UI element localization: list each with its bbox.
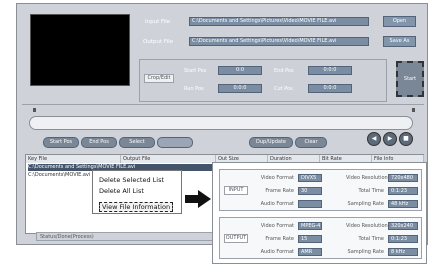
- input-video-format-label: Video Format: [260, 175, 294, 181]
- input-sampling-rate-value: 48 kHz: [388, 200, 418, 208]
- start-pos-field[interactable]: 0:0: [218, 66, 262, 75]
- context-menu: Delete Selected List Delete All List Vie…: [92, 170, 182, 214]
- input-total-time-label: Total Time: [358, 188, 384, 194]
- cut-pos-field[interactable]: 0:0:0: [308, 84, 352, 93]
- input-resolution-value: 720x480: [388, 174, 418, 182]
- crop-edit-panel: Crop/Edit Start Pos 0:0 End Pos 0:0:0 Ru…: [139, 59, 387, 102]
- input-file-path[interactable]: C:\Documents and Settings\Pictures\Video…: [189, 17, 369, 26]
- input-file-label: Input File: [145, 19, 171, 25]
- menu-item-view-file-information[interactable]: View File Information: [99, 202, 174, 212]
- cut-pos-label: Cut Pos: [274, 86, 293, 92]
- menu-item-delete-all[interactable]: Delete All List: [99, 187, 144, 195]
- column-key-file[interactable]: Key File: [26, 155, 121, 163]
- divider: [22, 104, 424, 105]
- dup-update-tab[interactable]: Dup/Update: [249, 137, 293, 148]
- input-frame-rate-label: Frame Rate: [265, 188, 294, 194]
- input-total-time-value: 0:1:23: [388, 187, 418, 195]
- save-as-button[interactable]: Save As: [383, 36, 416, 47]
- run-pos-field[interactable]: 0:0:0: [218, 84, 262, 93]
- end-pos-label: End Pos: [274, 68, 294, 74]
- output-resolution-label: Video Resolution: [346, 223, 388, 229]
- output-audio-format-label: Audio Format: [260, 249, 294, 255]
- start-pos-tab[interactable]: Start Pos: [43, 137, 79, 148]
- play-icon[interactable]: ▶: [383, 132, 397, 146]
- input-audio-format-value: [298, 200, 322, 208]
- output-video-format-label: Video Format: [260, 223, 294, 229]
- output-total-time-value: 0:1:23: [388, 235, 418, 243]
- output-video-format-value: MPEG-4: [298, 222, 322, 230]
- input-video-format-value: DIVX5: [298, 174, 322, 182]
- output-info-group: OUTPUT Video Format MPEG-4 Video Resolut…: [219, 217, 422, 259]
- input-frame-rate-value: 30: [298, 187, 322, 195]
- end-pos-tab[interactable]: End Pos: [81, 137, 117, 148]
- slider-start-tick: [33, 108, 36, 112]
- stop-icon[interactable]: ■: [399, 132, 413, 146]
- column-output-file[interactable]: Output File: [121, 155, 216, 163]
- status-bar: Status/Done(Process): [36, 232, 216, 241]
- output-sampling-rate-value: 8 kHz: [388, 248, 418, 256]
- input-sampling-rate-label: Sampling Rate: [347, 201, 384, 207]
- run-pos-label: Run Pos: [184, 86, 204, 92]
- clear-tab[interactable]: Clear: [295, 137, 327, 148]
- open-button[interactable]: Open: [383, 16, 416, 27]
- video-preview: [30, 14, 130, 86]
- menu-item-delete-selected[interactable]: Delete Selected List: [99, 176, 164, 184]
- output-total-time-label: Total Time: [358, 236, 384, 242]
- timeline-slider[interactable]: [29, 116, 413, 130]
- end-pos-field[interactable]: 0:0:0: [308, 66, 352, 75]
- output-frame-rate-value: 15: [298, 235, 322, 243]
- slider-end-tick: [412, 108, 415, 112]
- output-file-label: Output File: [143, 39, 174, 45]
- input-info-group: INPUT Video Format DIVX5 Video Resolutio…: [219, 169, 422, 211]
- output-sampling-rate-label: Sampling Rate: [347, 249, 384, 255]
- output-resolution-value: 320x240: [388, 222, 418, 230]
- select-tab[interactable]: Select: [119, 137, 155, 148]
- output-audio-format-value: AMR: [298, 248, 322, 256]
- input-audio-format-label: Audio Format: [260, 201, 294, 207]
- output-frame-rate-label: Frame Rate: [265, 236, 294, 242]
- start-pos-label: Start Pos: [184, 68, 207, 74]
- blank-tab[interactable]: [157, 137, 193, 148]
- output-tag: OUTPUT: [224, 234, 248, 243]
- right-arrow-icon: [185, 190, 211, 208]
- input-resolution-label: Video Resolution: [346, 175, 388, 181]
- crop-edit-label: Crop/Edit: [144, 74, 174, 83]
- output-file-path[interactable]: C:\Documents and Settings\Pictures\Video…: [189, 37, 369, 46]
- input-tag: INPUT: [224, 186, 248, 195]
- start-button[interactable]: Start: [396, 61, 424, 97]
- prev-icon[interactable]: ◀: [367, 132, 381, 146]
- file-information-panel: INPUT Video Format DIVX5 Video Resolutio…: [212, 162, 427, 264]
